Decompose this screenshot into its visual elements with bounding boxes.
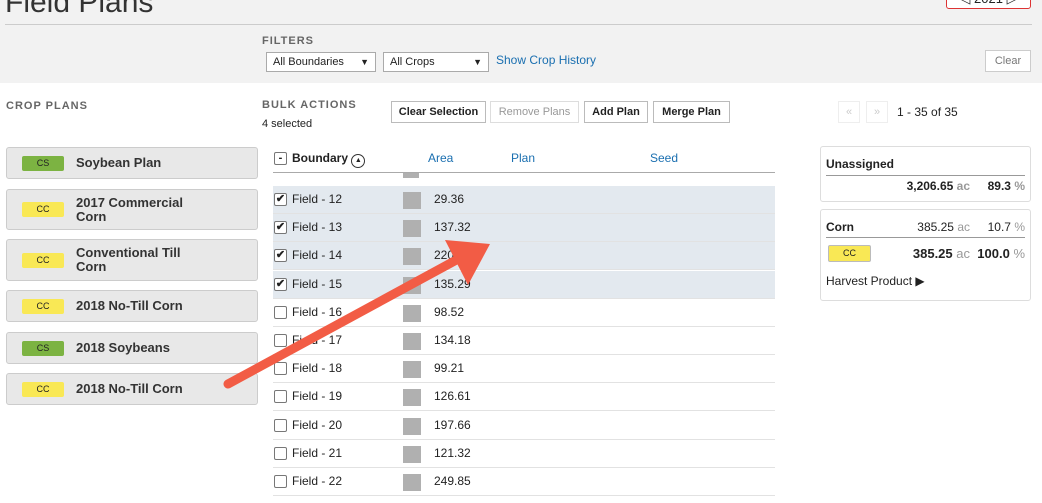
annotation-arrow [223,240,490,389]
